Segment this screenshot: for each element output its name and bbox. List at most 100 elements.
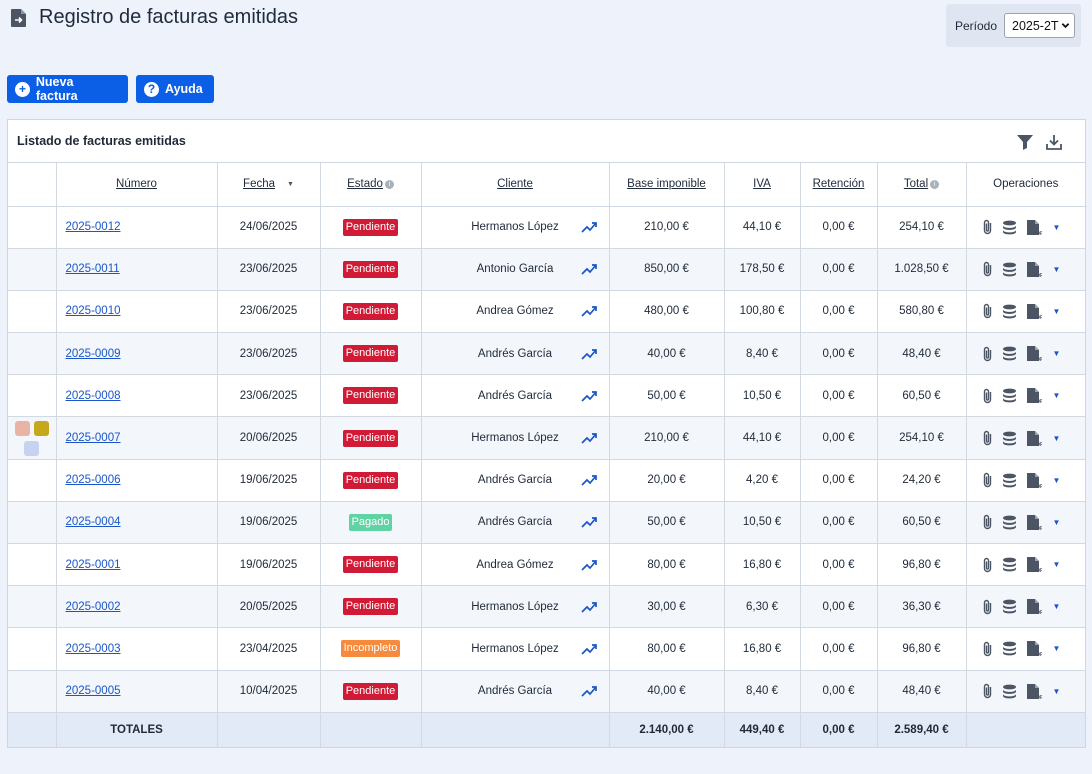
cell-numero[interactable]: 2025-0012 <box>56 206 218 249</box>
pdf-icon[interactable]: PDF <box>1026 556 1042 573</box>
help-button[interactable]: ? Ayuda <box>136 75 214 103</box>
invoice-number-link[interactable]: 2025-0007 <box>66 432 121 444</box>
col-cliente[interactable]: Cliente <box>421 163 610 207</box>
invoice-number-link[interactable]: 2025-0004 <box>66 516 121 528</box>
cell-numero[interactable]: 2025-0008 <box>56 374 218 418</box>
paperclip-icon[interactable] <box>982 430 993 446</box>
database-icon[interactable] <box>1002 220 1017 235</box>
pdf-icon[interactable]: PDF <box>1026 640 1042 657</box>
col-numero[interactable]: Número <box>56 163 218 207</box>
paperclip-icon[interactable] <box>982 514 993 530</box>
invoice-number-link[interactable]: 2025-0006 <box>66 474 121 486</box>
pdf-icon[interactable]: PDF <box>1026 303 1042 320</box>
table-row[interactable]: 2025-0002 20/05/2025 Pendiente Hermanos Lóp… <box>8 585 1085 629</box>
caret-down-icon[interactable]: ▼ <box>1053 560 1061 569</box>
table-row[interactable]: 2025-0005 10/04/2025 Pendiente Andrés Garcí… <box>8 670 1085 713</box>
pdf-icon[interactable]: PDF <box>1026 472 1042 489</box>
pdf-icon[interactable]: PDF <box>1026 514 1042 531</box>
pdf-icon[interactable]: PDF <box>1026 345 1042 362</box>
trend-icon[interactable] <box>580 643 598 655</box>
paperclip-icon[interactable] <box>982 388 993 404</box>
pdf-icon[interactable]: PDF <box>1026 261 1042 278</box>
col-retencion[interactable]: Retención <box>800 163 878 207</box>
paperclip-icon[interactable] <box>982 599 993 615</box>
database-icon[interactable] <box>1002 557 1017 572</box>
paperclip-icon[interactable] <box>982 472 993 488</box>
col-iva[interactable]: IVA <box>724 163 801 207</box>
caret-down-icon[interactable]: ▼ <box>1053 476 1061 485</box>
table-row[interactable]: 2025-0001 19/06/2025 Pendiente Andrea Gómez… <box>8 543 1085 587</box>
paperclip-icon[interactable] <box>982 683 993 699</box>
invoice-number-link[interactable]: 2025-0010 <box>66 305 121 317</box>
info-icon[interactable]: i <box>384 180 394 190</box>
table-row[interactable]: 2025-0003 23/04/2025 Incompleto Hermanos Ló… <box>8 627 1085 671</box>
filter-icon[interactable] <box>1016 133 1034 151</box>
database-icon[interactable] <box>1002 641 1017 656</box>
tag-color-2[interactable] <box>34 421 49 437</box>
trend-icon[interactable] <box>580 474 598 486</box>
col-fecha[interactable]: Fecha ▼ <box>217 163 321 207</box>
pdf-icon[interactable]: PDF <box>1026 683 1042 700</box>
download-icon[interactable] <box>1045 133 1063 151</box>
caret-down-icon[interactable]: ▼ <box>1053 391 1061 400</box>
cell-numero[interactable]: 2025-0005 <box>56 670 218 713</box>
invoice-number-link[interactable]: 2025-0011 <box>66 263 120 275</box>
database-icon[interactable] <box>1002 388 1017 403</box>
paperclip-icon[interactable] <box>982 557 993 573</box>
cell-numero[interactable]: 2025-0001 <box>56 543 218 587</box>
trend-icon[interactable] <box>580 263 598 275</box>
trend-icon[interactable] <box>580 685 598 697</box>
table-row[interactable]: 2025-0012 24/06/2025 Pendiente Hermanos Lóp… <box>8 206 1085 249</box>
period-select[interactable]: 2025-2T <box>1004 13 1075 38</box>
database-icon[interactable] <box>1002 346 1017 361</box>
paperclip-icon[interactable] <box>982 261 993 277</box>
invoice-number-link[interactable]: 2025-0008 <box>66 390 121 402</box>
info-icon[interactable]: i <box>930 180 940 190</box>
caret-down-icon[interactable]: ▼ <box>1053 518 1061 527</box>
caret-down-icon[interactable]: ▼ <box>1053 265 1061 274</box>
paperclip-icon[interactable] <box>982 641 993 657</box>
database-icon[interactable] <box>1002 515 1017 530</box>
caret-down-icon[interactable]: ▼ <box>1053 349 1061 358</box>
cell-numero[interactable]: 2025-0007 <box>56 416 218 460</box>
trend-icon[interactable] <box>580 601 598 613</box>
database-icon[interactable] <box>1002 684 1017 699</box>
table-row[interactable]: 2025-0004 19/06/2025 Pagado Andrés García 50… <box>8 501 1085 545</box>
trend-icon[interactable] <box>580 390 598 402</box>
trend-icon[interactable] <box>580 516 598 529</box>
trend-icon[interactable] <box>580 432 598 444</box>
paperclip-icon[interactable] <box>982 219 993 235</box>
cell-numero[interactable]: 2025-0009 <box>56 332 218 376</box>
caret-down-icon[interactable]: ▼ <box>1053 434 1061 443</box>
table-row[interactable]: 2025-0006 19/06/2025 Pendiente Andrés Garcí… <box>8 459 1085 502</box>
caret-down-icon[interactable]: ▼ <box>1053 602 1061 611</box>
database-icon[interactable] <box>1002 304 1017 319</box>
invoice-number-link[interactable]: 2025-0012 <box>66 221 121 233</box>
invoice-number-link[interactable]: 2025-0001 <box>66 559 121 571</box>
col-total[interactable]: Total i <box>877 163 967 207</box>
database-icon[interactable] <box>1002 473 1017 488</box>
cell-numero[interactable]: 2025-0011 <box>56 248 218 291</box>
paperclip-icon[interactable] <box>982 346 993 362</box>
pdf-icon[interactable]: PDF <box>1026 219 1042 236</box>
trend-icon[interactable] <box>580 559 598 571</box>
trend-icon[interactable] <box>580 348 598 360</box>
pdf-icon[interactable]: PDF <box>1026 430 1042 447</box>
cell-numero[interactable]: 2025-0006 <box>56 459 218 502</box>
pdf-icon[interactable]: PDF <box>1026 598 1042 615</box>
caret-down-icon[interactable]: ▼ <box>1053 687 1061 696</box>
new-invoice-button[interactable]: + Nueva factura <box>7 75 128 103</box>
pdf-icon[interactable]: PDF <box>1026 387 1042 404</box>
table-row[interactable]: 2025-0009 23/06/2025 Pendiente Andrés Garcí… <box>8 332 1085 376</box>
tag-color-1[interactable] <box>15 421 30 437</box>
caret-down-icon[interactable]: ▼ <box>1053 307 1061 316</box>
table-row[interactable]: 2025-0008 23/06/2025 Pendiente Andrés Garcí… <box>8 374 1085 418</box>
trend-icon[interactable] <box>580 305 598 318</box>
table-row[interactable]: 2025-0010 23/06/2025 Pendiente Andrea Gómez… <box>8 290 1085 334</box>
cell-numero[interactable]: 2025-0010 <box>56 290 218 334</box>
trend-icon[interactable] <box>580 221 598 233</box>
tag-color-3[interactable] <box>24 441 39 457</box>
database-icon[interactable] <box>1002 599 1017 614</box>
invoice-number-link[interactable]: 2025-0002 <box>66 601 121 613</box>
cell-numero[interactable]: 2025-0004 <box>56 501 218 545</box>
